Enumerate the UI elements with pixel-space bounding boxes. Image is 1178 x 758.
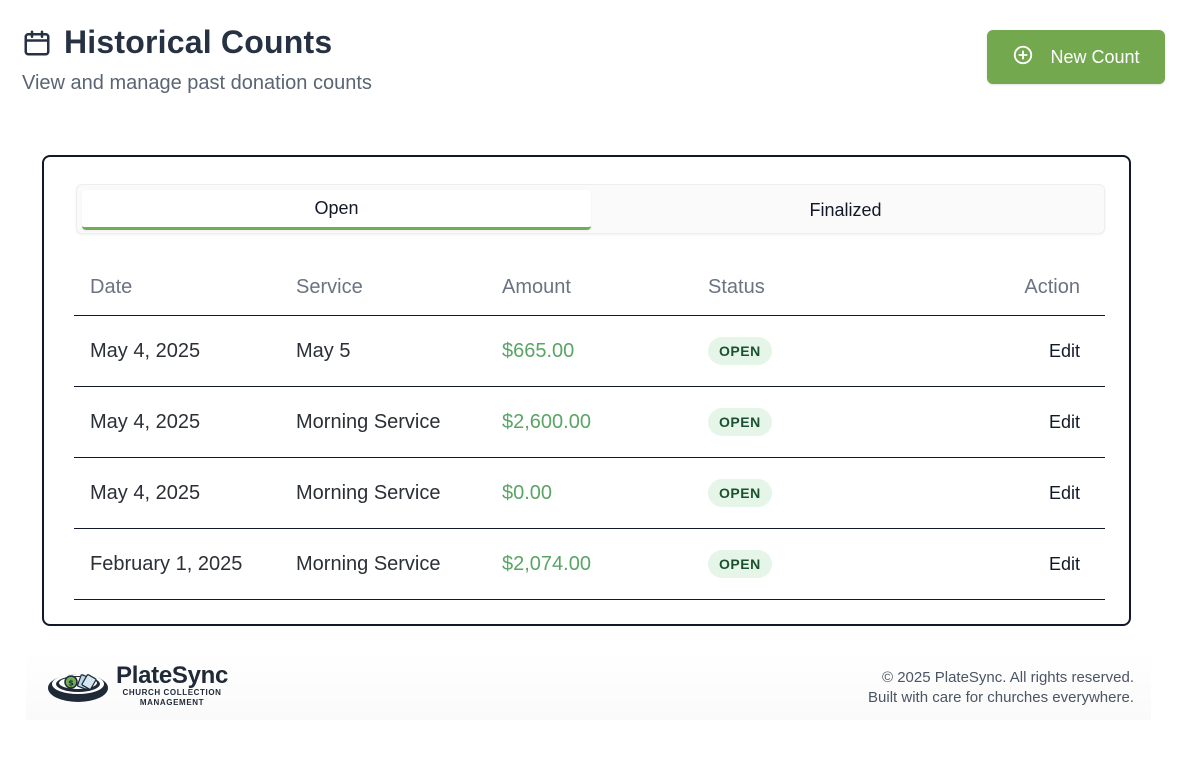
column-header-service: Service [280, 259, 486, 316]
page-title: Historical Counts [64, 24, 333, 60]
new-count-button[interactable]: New Count [987, 30, 1165, 84]
platesync-logo: $ PlateSync CHURCH COLLECTION MANAGEMENT [46, 662, 228, 711]
brand-text: PlateSync CHURCH COLLECTION MANAGEMENT [116, 664, 228, 708]
action-cell: Edit [898, 386, 1105, 458]
status-badge: OPEN [708, 408, 772, 436]
svg-text:$: $ [68, 679, 74, 688]
column-header-action: Action [898, 259, 1105, 316]
title-row: Historical Counts [22, 24, 372, 61]
date-cell: May 4, 2025 [74, 386, 280, 458]
table-header-row: Date Service Amount Status Action [74, 259, 1105, 316]
footer-note: Built with care for churches everywhere. [868, 689, 1134, 706]
status-badge: OPEN [708, 479, 772, 507]
edit-button[interactable]: Edit [1049, 412, 1080, 432]
counts-table: Date Service Amount Status Action May 4,… [74, 259, 1105, 600]
page-footer: $ PlateSync CHURCH COLLECTION MANAGEMENT… [26, 650, 1151, 720]
date-cell: May 4, 2025 [74, 315, 280, 387]
table-row: May 4, 2025 Morning Service $2,600.00 OP… [74, 386, 1105, 458]
amount-cell: $665.00 [486, 315, 692, 387]
new-count-label: New Count [1050, 46, 1140, 67]
column-header-status: Status [692, 259, 898, 316]
status-badge: OPEN [708, 550, 772, 578]
edit-button[interactable]: Edit [1049, 483, 1080, 503]
status-cell: OPEN [692, 315, 898, 387]
status-badge: OPEN [708, 337, 772, 365]
column-header-date: Date [74, 259, 280, 316]
service-cell: Morning Service [280, 528, 486, 600]
plus-circle-icon [1012, 44, 1034, 71]
brand-name: PlateSync [116, 662, 229, 689]
service-cell: May 5 [280, 315, 486, 387]
action-cell: Edit [898, 315, 1105, 387]
service-cell: Morning Service [280, 457, 486, 529]
amount-cell: $2,600.00 [486, 386, 692, 458]
page-subtitle: View and manage past donation counts [22, 72, 372, 94]
table-row: May 4, 2025 Morning Service $0.00 OPEN E… [74, 457, 1105, 529]
status-cell: OPEN [692, 386, 898, 458]
date-cell: February 1, 2025 [74, 528, 280, 600]
brand-tagline: CHURCH COLLECTION [122, 688, 222, 697]
amount-cell: $2,074.00 [486, 528, 692, 600]
action-cell: Edit [898, 528, 1105, 600]
counts-card: Open Finalized Date Service Amount Statu… [42, 155, 1131, 626]
edit-button[interactable]: Edit [1049, 554, 1080, 574]
action-cell: Edit [898, 457, 1105, 529]
amount-cell: $0.00 [486, 457, 692, 529]
brand-tagline: MANAGEMENT [139, 698, 205, 707]
table-row: May 4, 2025 May 5 $665.00 OPEN Edit [74, 315, 1105, 387]
tab-open[interactable]: Open [82, 190, 591, 230]
calendar-icon [22, 28, 52, 58]
date-cell: May 4, 2025 [74, 457, 280, 529]
status-cell: OPEN [692, 457, 898, 529]
table-row: February 1, 2025 Morning Service $2,074.… [74, 528, 1105, 600]
footer-copyright: © 2025 PlateSync. All rights reserved. B… [868, 668, 1134, 708]
status-cell: OPEN [692, 528, 898, 600]
tab-finalized[interactable]: Finalized [591, 190, 1100, 230]
edit-button[interactable]: Edit [1049, 341, 1080, 361]
service-cell: Morning Service [280, 386, 486, 458]
collection-plate-icon: $ [46, 662, 110, 711]
copyright-text: © 2025 PlateSync. All rights reserved. [881, 669, 1134, 686]
column-header-amount: Amount [486, 259, 692, 316]
status-tabs: Open Finalized [76, 184, 1105, 234]
page-header: Historical Counts View and manage past d… [22, 24, 372, 95]
